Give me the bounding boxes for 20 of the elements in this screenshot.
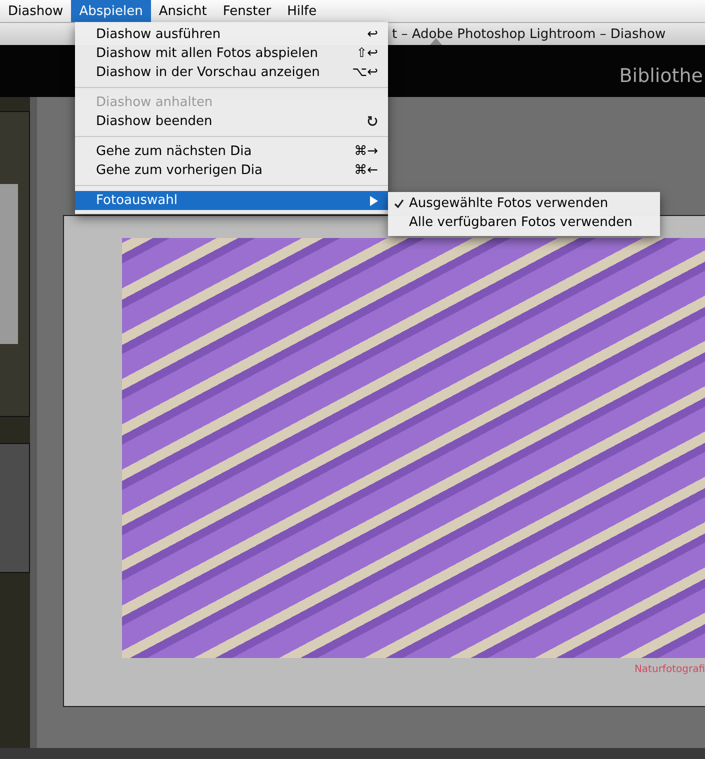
menu-bar-item[interactable]: Fenster [214,0,280,22]
submenu-arrow-icon [370,196,378,206]
menu-item[interactable]: Gehe zum nächsten Dia ⌘→ [75,142,388,161]
menu-bar-item[interactable]: Abspielen [71,0,151,22]
submenu-item[interactable]: Alle verfügbaren Fotos verwenden [388,213,660,232]
menu-item[interactable]: Diashow ausführen ↩ [75,25,388,44]
menu-item[interactable]: Fotoauswahl [75,191,388,210]
menu-bar-item[interactable]: Diashow [0,0,72,22]
window-title: t – Adobe Photoshop Lightroom – Diashow [392,26,666,42]
menu-bar-item[interactable]: Ansicht [150,0,215,22]
menu-item[interactable]: Diashow beenden [75,112,388,131]
triangle-icon[interactable] [430,38,442,45]
submenu-item[interactable]: Ausgewählte Fotos verwenden [388,194,660,213]
module-tab[interactable]: Bibliothe [619,65,703,87]
check-icon [394,198,404,208]
menu-item[interactable]: Gehe zum vorherigen Dia ⌘← [75,161,388,180]
menu-bar-item[interactable]: Hilfe [279,0,325,22]
watermark-text: Naturfotografi [634,664,705,675]
menu-item[interactable]: Diashow mit allen Fotos abspielen ⇧↩ [75,44,388,63]
menu-item[interactable]: Diashow in der Vorschau anzeigen ⌥↩ [75,63,388,82]
